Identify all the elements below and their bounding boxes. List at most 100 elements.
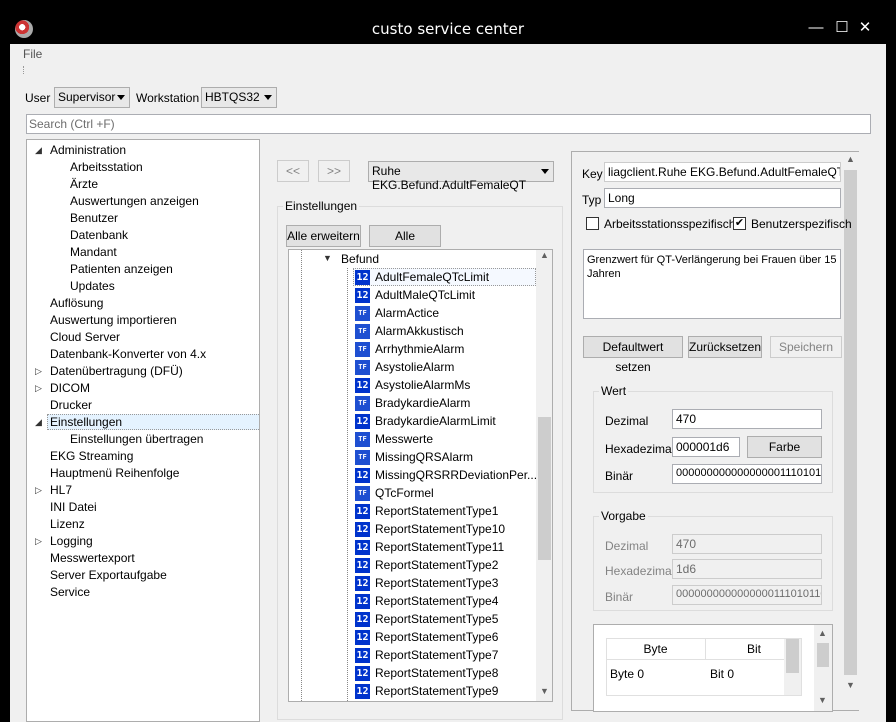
tree-item[interactable]: Datenbank-Konverter von 4.x	[50, 347, 206, 361]
collapsed-triangle-icon[interactable]: ▷	[35, 536, 42, 547]
navigation-tree[interactable]: ◢ Administration Arbeitsstation Ärzte Auswer…	[26, 139, 260, 722]
color-button[interactable]: Farbe	[747, 436, 822, 458]
expanded-triangle-icon[interactable]: ▼	[323, 253, 332, 263]
boolean-type-icon: TF	[355, 342, 370, 357]
tree-item[interactable]: Drucker	[50, 398, 92, 412]
integer-type-icon: 12	[355, 522, 370, 537]
scroll-up-icon[interactable]: ▲	[814, 628, 831, 638]
key-label: Key	[582, 167, 603, 181]
tree-item[interactable]: INI Datei	[50, 500, 97, 514]
setting-item-label: ArrhythmieAlarm	[375, 342, 465, 356]
collapsed-triangle-icon[interactable]: ▷	[35, 485, 42, 496]
back-button[interactable]: <<	[277, 160, 309, 182]
key-field[interactable]: liagclient.Ruhe EKG.Befund.AdultFemaleQT…	[604, 162, 841, 182]
forward-button[interactable]: >>	[318, 160, 350, 182]
details-scrollbar[interactable]: ▲ ▼	[842, 152, 859, 710]
setting-item-label: ReportStatementType9	[375, 684, 499, 698]
tree-item[interactable]: Updates	[70, 279, 115, 293]
expanded-triangle-icon[interactable]: ◢	[35, 145, 42, 156]
tree-item[interactable]: Cloud Server	[50, 330, 120, 344]
grid-header-byte[interactable]: Byte	[606, 638, 706, 660]
tree-item[interactable]: Datenbank	[70, 228, 128, 242]
scroll-down-icon[interactable]: ▼	[842, 680, 859, 690]
setting-item-label: ReportStatementType10	[375, 522, 506, 536]
scroll-thumb[interactable]	[844, 170, 857, 675]
tree-item[interactable]: Einstellungen übertragen	[70, 432, 203, 446]
setting-item-label: ReportStatementType1	[375, 504, 499, 518]
value-group-title: Wert	[599, 384, 629, 398]
expanded-triangle-icon[interactable]: ◢	[35, 417, 42, 428]
section-select[interactable]: Ruhe EKG.Befund.AdultFemaleQT	[368, 161, 554, 192]
bit-grid-scrollbar[interactable]: ▲ ▼	[814, 625, 832, 711]
tree-item[interactable]: HL7	[50, 483, 72, 497]
collapse-all-button[interactable]: Alle schließen	[369, 225, 441, 263]
close-button[interactable]: ✕	[845, 16, 885, 40]
tree-item[interactable]: Benutzer	[70, 211, 118, 225]
reset-button[interactable]: Zurücksetzen	[688, 336, 762, 358]
tree-item[interactable]: Service	[50, 585, 90, 599]
minimize-button[interactable]: —	[803, 16, 829, 40]
binary-field[interactable]: 00000000000000000111010110	[672, 464, 822, 484]
integer-type-icon: 12	[355, 648, 370, 663]
tree-item[interactable]: Hauptmenü Reihenfolge	[50, 466, 179, 480]
tree-item[interactable]: Server Exportaufgabe	[50, 568, 167, 582]
tree-item[interactable]: Einstellungen	[50, 415, 122, 429]
settings-node-befund[interactable]: Befund	[341, 252, 379, 266]
user-label: User	[25, 91, 51, 105]
scroll-thumb[interactable]	[538, 417, 551, 560]
tree-item[interactable]: Auswertungen anzeigen	[70, 194, 199, 208]
settings-list-scrollbar[interactable]: ▲ ▼	[536, 250, 552, 701]
tree-item[interactable]: Auswertung importieren	[50, 313, 177, 327]
tree-item[interactable]: Logging	[50, 534, 93, 548]
tree-item[interactable]: Datenübertragung (DFÜ)	[50, 364, 183, 378]
binary-label: Binär	[605, 469, 634, 483]
scroll-thumb[interactable]	[817, 643, 829, 667]
tree-item[interactable]: Lizenz	[50, 517, 85, 531]
user-select[interactable]: Supervisor	[54, 87, 130, 108]
bit-grid[interactable]: Byte Bit Byte 0 Bit 0 ▲ ▼	[593, 624, 833, 712]
scroll-up-icon[interactable]: ▲	[842, 154, 859, 164]
default-value-button[interactable]: Defaultwert setzen	[583, 336, 683, 374]
tree-item[interactable]: Arbeitsstation	[70, 160, 143, 174]
scroll-thumb[interactable]	[786, 639, 799, 673]
setting-item-label: AsystolieAlarmMs	[375, 378, 471, 392]
search-input[interactable]: Search (Ctrl +F)	[26, 114, 871, 134]
window-title: custo service center	[371, 20, 525, 38]
tree-item[interactable]: Administration	[50, 143, 126, 157]
integer-type-icon: 12	[355, 558, 370, 573]
tree-item[interactable]: Mandant	[70, 245, 117, 259]
workstation-select[interactable]: HBTQS32	[201, 87, 277, 108]
scroll-down-icon[interactable]: ▼	[536, 686, 552, 696]
scroll-up-icon[interactable]: ▲	[536, 250, 552, 260]
scroll-down-icon[interactable]: ▼	[814, 695, 831, 705]
boolean-type-icon: TF	[355, 360, 370, 375]
tree-item[interactable]: Messwertexport	[50, 551, 135, 565]
grid-cell-bit[interactable]: Bit 0	[710, 667, 734, 681]
setting-item-label: BradykardieAlarm	[375, 396, 471, 410]
title-bar: custo service center — ☐ ✕	[0, 0, 896, 44]
tree-item[interactable]: EKG Streaming	[50, 449, 133, 463]
ws-specific-checkbox[interactable]	[586, 217, 599, 230]
boolean-type-icon: TF	[355, 450, 370, 465]
collapsed-triangle-icon[interactable]: ▷	[35, 383, 42, 394]
menu-file[interactable]: File	[23, 47, 42, 61]
tree-item[interactable]: Auflösung	[50, 296, 103, 310]
integer-type-icon: 12	[355, 288, 370, 303]
expand-all-button[interactable]: Alle erweitern	[286, 225, 361, 247]
tree-item[interactable]: DICOM	[50, 381, 90, 395]
grid-cell-byte[interactable]: Byte 0	[610, 667, 644, 681]
default-group-title: Vorgabe	[599, 509, 648, 523]
integer-type-icon: 12	[355, 378, 370, 393]
toolbar-grip[interactable]	[23, 66, 25, 74]
hex-field[interactable]: 000001d6	[672, 437, 740, 457]
collapsed-triangle-icon[interactable]: ▷	[35, 366, 42, 377]
bit-grid-inner-scrollbar[interactable]	[784, 639, 801, 695]
tree-item[interactable]: Patienten anzeigen	[70, 262, 173, 276]
settings-list[interactable]: ▼ Befund ▲ ▼ 12 AdultFemaleQTcLimit 12 Adul…	[288, 249, 553, 702]
tree-item[interactable]: Ärzte	[70, 177, 98, 191]
type-field[interactable]: Long	[604, 188, 841, 208]
decimal-field[interactable]: 470	[672, 409, 822, 429]
user-specific-checkbox[interactable]: ✔	[733, 217, 746, 230]
save-button[interactable]: Speichern	[770, 336, 842, 358]
description-textarea[interactable]: Grenzwert für QT-Verlängerung bei Frauen…	[583, 249, 841, 319]
